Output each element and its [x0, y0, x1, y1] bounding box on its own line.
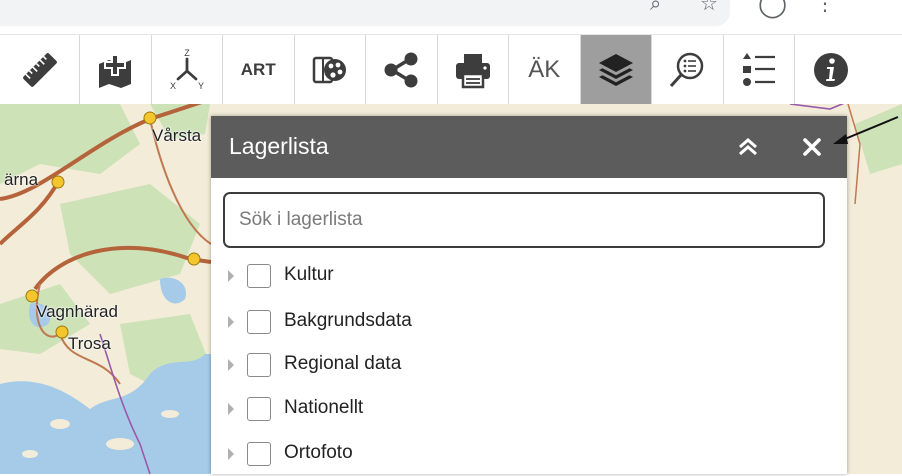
- print-button[interactable]: [438, 35, 509, 105]
- layer-checkbox[interactable]: [247, 442, 271, 466]
- layer-checkbox[interactable]: [247, 353, 271, 377]
- layer-label: Kultur: [284, 264, 334, 285]
- svg-text:Y: Y: [198, 81, 204, 91]
- town-dot: [25, 289, 39, 303]
- map-label-varsta: Vårsta: [152, 126, 202, 145]
- map-toolbar: Z X Y ART ÄK: [0, 34, 902, 105]
- panel-title: Lagerlista: [229, 133, 329, 159]
- expand-arrow-icon[interactable]: [228, 448, 234, 460]
- ak-button[interactable]: ÄK: [509, 35, 581, 105]
- xyz-coordinates-icon: Z X Y: [170, 48, 204, 91]
- layer-label: Nationellt: [284, 397, 364, 418]
- browser-profile-icon[interactable]: ◯: [758, 0, 787, 16]
- layers-icon: [598, 54, 633, 86]
- info-icon: [813, 53, 848, 87]
- expand-arrow-icon[interactable]: [228, 403, 234, 415]
- expand-arrow-icon[interactable]: [228, 270, 234, 282]
- double-chevron-up-icon: [739, 138, 757, 156]
- share-button[interactable]: [366, 35, 438, 105]
- panel-header: Lagerlista: [211, 116, 847, 178]
- coordinates-button[interactable]: Z X Y: [152, 35, 223, 105]
- collapse-panel-button[interactable]: [733, 132, 763, 162]
- browser-menu-icon[interactable]: ⋮: [815, 0, 835, 14]
- browser-search-icon[interactable]: ⌕: [650, 0, 661, 14]
- layer-label: Regional data: [284, 353, 402, 374]
- info-button[interactable]: [795, 35, 867, 105]
- legend-button[interactable]: [724, 35, 795, 105]
- town-dot: [143, 111, 157, 125]
- town-dot: [55, 325, 69, 339]
- share-icon: [384, 52, 418, 88]
- svg-text:Z: Z: [184, 48, 190, 58]
- map-label-vagnharad: Vagnhärad: [36, 302, 118, 321]
- layer-row-regional-data: Regional data: [211, 347, 847, 387]
- layer-row-ortofoto: Ortofoto: [211, 436, 847, 476]
- search-map-button[interactable]: [652, 35, 724, 105]
- layer-checkbox[interactable]: [247, 264, 271, 288]
- ruler-button[interactable]: [0, 35, 80, 105]
- layer-row-nationellt: Nationellt: [211, 391, 847, 431]
- palette-button[interactable]: [295, 35, 366, 105]
- search-map-icon: [670, 52, 704, 88]
- add-map-icon: [99, 54, 132, 88]
- print-icon: [455, 54, 490, 89]
- close-icon: [803, 138, 821, 156]
- town-dot: [51, 175, 65, 189]
- close-panel-button[interactable]: [797, 132, 827, 162]
- art-button[interactable]: ART: [223, 35, 295, 105]
- layer-label: Bakgrundsdata: [284, 310, 412, 331]
- ruler-icon: [22, 53, 57, 87]
- map-label-trosa: Trosa: [68, 334, 111, 353]
- expand-arrow-icon[interactable]: [228, 359, 234, 371]
- layer-row-kultur: Kultur: [211, 258, 847, 298]
- art-label: ART: [240, 60, 276, 79]
- legend-list-icon: [742, 53, 775, 86]
- layers-button[interactable]: [580, 35, 652, 105]
- browser-chrome: ⌕ ☆ ◯ ⋮: [0, 0, 902, 34]
- palette-icon: [312, 56, 346, 84]
- layer-checkbox[interactable]: [247, 397, 271, 421]
- ak-label: ÄK: [528, 56, 561, 83]
- map-label-jarna: ärna: [4, 170, 39, 189]
- layer-checkbox[interactable]: [247, 310, 271, 334]
- town-dot: [187, 252, 201, 266]
- address-bar[interactable]: [0, 0, 730, 26]
- layer-row-bakgrundsdata: Bakgrundsdata: [211, 304, 847, 344]
- layer-list-panel: Lagerlista Kultur Bakgrundsdata Regional…: [211, 116, 847, 474]
- svg-text:X: X: [170, 81, 176, 91]
- bookmark-star-icon[interactable]: ☆: [700, 0, 718, 14]
- layer-label: Ortofoto: [284, 442, 353, 463]
- layer-search-input[interactable]: [223, 192, 825, 248]
- add-map-button[interactable]: [80, 35, 152, 105]
- expand-arrow-icon[interactable]: [228, 316, 234, 328]
